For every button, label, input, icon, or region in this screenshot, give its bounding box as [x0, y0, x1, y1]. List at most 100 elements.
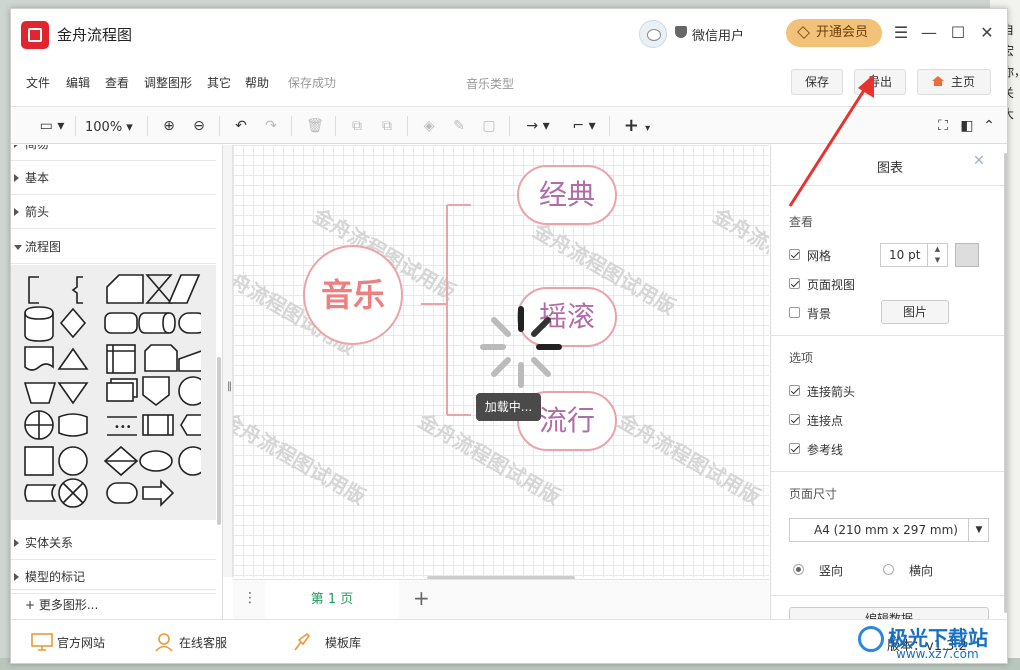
site-url: www.xz7.com: [896, 647, 979, 661]
menu-adjust-shape[interactable]: 调整图形: [144, 74, 192, 91]
minimize-icon[interactable]: —: [917, 21, 941, 45]
vip-shield-icon: [675, 26, 687, 38]
document-title[interactable]: 音乐类型: [466, 75, 514, 92]
grid-checkbox[interactable]: [789, 249, 800, 260]
fullscreen-icon[interactable]: ⛶: [931, 114, 955, 138]
portrait-label: 竖向: [819, 564, 844, 578]
landscape-radio[interactable]: [883, 564, 894, 575]
background-label: 背景: [807, 307, 832, 321]
paper-size-select[interactable]: A4 (210 mm x 297 mm) ▼: [789, 518, 989, 542]
loading-tooltip: 加载中...: [476, 393, 541, 421]
add-page-icon[interactable]: +: [413, 586, 430, 610]
options-heading: 选项: [789, 351, 814, 365]
background-image-button[interactable]: 图片: [881, 300, 949, 324]
grid-color-swatch[interactable]: [955, 243, 979, 267]
watermark: 金舟流程图试用版: [709, 203, 769, 305]
category-basic[interactable]: 基本: [11, 161, 216, 195]
undo-icon[interactable]: ↶: [229, 114, 253, 138]
more-shapes-button[interactable]: + 更多图形...: [11, 589, 216, 619]
toolbar-divider: [407, 116, 408, 136]
insert-icon[interactable]: + ▾: [619, 114, 655, 138]
user-name[interactable]: 微信用户: [692, 25, 744, 44]
to-back-icon[interactable]: ⧉: [375, 114, 399, 138]
landscape-label: 横向: [909, 564, 934, 578]
tab-page-1[interactable]: 第 1 页: [265, 580, 399, 620]
page-view-label: 页面视图: [807, 278, 856, 292]
menu-view[interactable]: 查看: [105, 74, 129, 91]
toolbar-divider: [75, 116, 76, 136]
svg-text:•••: •••: [114, 422, 132, 433]
delete-icon[interactable]: 🗑: [303, 114, 327, 138]
close-icon[interactable]: ✕: [973, 153, 985, 169]
fill-color-icon[interactable]: ◈: [417, 114, 441, 138]
portrait-radio[interactable]: [793, 564, 804, 575]
guides-checkbox[interactable]: [789, 443, 800, 454]
maximize-icon[interactable]: ☐: [946, 21, 970, 45]
menu-edit[interactable]: 编辑: [66, 74, 90, 91]
online-support-label: 在线客服: [179, 636, 228, 650]
format-panel-icon[interactable]: ▭ ▾: [35, 114, 69, 138]
waypoints-icon[interactable]: ⌐ ▾: [567, 114, 601, 138]
connect-points-checkbox[interactable]: [789, 414, 800, 425]
template-library-link[interactable]: 模板库: [294, 632, 361, 651]
line-color-icon[interactable]: ✎: [447, 114, 471, 138]
connection-style-icon[interactable]: → ▾: [521, 114, 555, 138]
menu-help[interactable]: 帮助: [245, 74, 269, 91]
save-button[interactable]: 保存: [791, 69, 843, 95]
loading-spinner-icon: [480, 306, 562, 388]
app-window: 金舟流程图 微信用户 开通会员 ☰ — ☐ ✕ 文件 编辑 查看 调整图形 其它…: [10, 8, 1008, 664]
app-title: 金舟流程图: [57, 26, 133, 44]
vip-button[interactable]: 开通会员: [786, 19, 882, 47]
connect-arrows-checkbox[interactable]: [789, 385, 800, 396]
splitter-handle-icon: ‖: [227, 381, 232, 392]
export-button[interactable]: 导出: [854, 69, 906, 95]
mindmap-center-node[interactable]: 音乐: [303, 245, 403, 345]
close-icon[interactable]: ✕: [975, 21, 999, 45]
toolbar-divider: [335, 116, 336, 136]
collapse-icon[interactable]: ⌃: [977, 114, 1001, 138]
zoom-out-icon[interactable]: ⊖: [187, 114, 211, 138]
toggle-panel-icon[interactable]: ◧: [955, 114, 979, 138]
app-logo-icon: [21, 21, 49, 49]
toolbar-divider: [609, 116, 610, 136]
mindmap-node-classic[interactable]: 经典: [517, 165, 617, 225]
shape-panel-scrollbar[interactable]: [217, 357, 221, 525]
site-logo-icon: [858, 626, 884, 652]
grid-label: 网格: [807, 249, 832, 263]
save-status: 保存成功: [288, 76, 337, 90]
grid-size-field[interactable]: 10 pt: [880, 243, 928, 267]
home-button[interactable]: 主页: [917, 69, 991, 95]
category-arrows[interactable]: 箭头: [11, 195, 216, 229]
category-flowchart[interactable]: 流程图: [11, 230, 216, 264]
format-panel-scrollbar[interactable]: [1004, 153, 1007, 613]
menu-file[interactable]: 文件: [26, 74, 50, 91]
grid-size-stepper[interactable]: ▲ ▼: [928, 243, 948, 267]
background-checkbox[interactable]: [789, 307, 800, 318]
page-menu-icon[interactable]: ⋮: [243, 590, 257, 606]
menu-other[interactable]: 其它: [207, 74, 231, 91]
zoom-in-icon[interactable]: ⊕: [157, 114, 181, 138]
vip-button-label: 开通会员: [816, 25, 869, 40]
toolbar-divider: [509, 116, 510, 136]
page-view-checkbox[interactable]: [789, 278, 800, 289]
avatar[interactable]: [639, 20, 667, 48]
shape-library-panel: 简易 基本 箭头 流程图: [11, 145, 223, 619]
to-front-icon[interactable]: ⧉: [345, 114, 369, 138]
official-website-label: 官方网站: [57, 636, 106, 650]
flowchart-shapes: •••: [11, 265, 216, 520]
online-support-link[interactable]: 在线客服: [155, 633, 228, 652]
zoom-select[interactable]: 100% ▾: [85, 120, 133, 135]
edit-data-button[interactable]: 编辑数据: [789, 607, 989, 619]
view-heading: 查看: [789, 215, 814, 229]
shape-palette[interactable]: •••: [21, 271, 201, 515]
hamburger-icon[interactable]: ☰: [889, 21, 913, 45]
redo-icon[interactable]: ↷: [259, 114, 283, 138]
shadow-icon[interactable]: ▢: [477, 114, 501, 138]
chevron-down-icon: ▼: [968, 519, 989, 541]
category-entity-relation[interactable]: 实体关系: [11, 526, 216, 560]
category-simple[interactable]: 简易: [11, 145, 216, 161]
diagram-canvas[interactable]: 金舟流程图试用版 金舟流程图试用版 金舟流程图试用版 金舟流程图试用版 金舟流程…: [233, 145, 769, 577]
panel-splitter[interactable]: ‖: [223, 145, 233, 577]
headset-icon: [155, 633, 173, 652]
official-website-link[interactable]: 官方网站: [31, 633, 106, 651]
